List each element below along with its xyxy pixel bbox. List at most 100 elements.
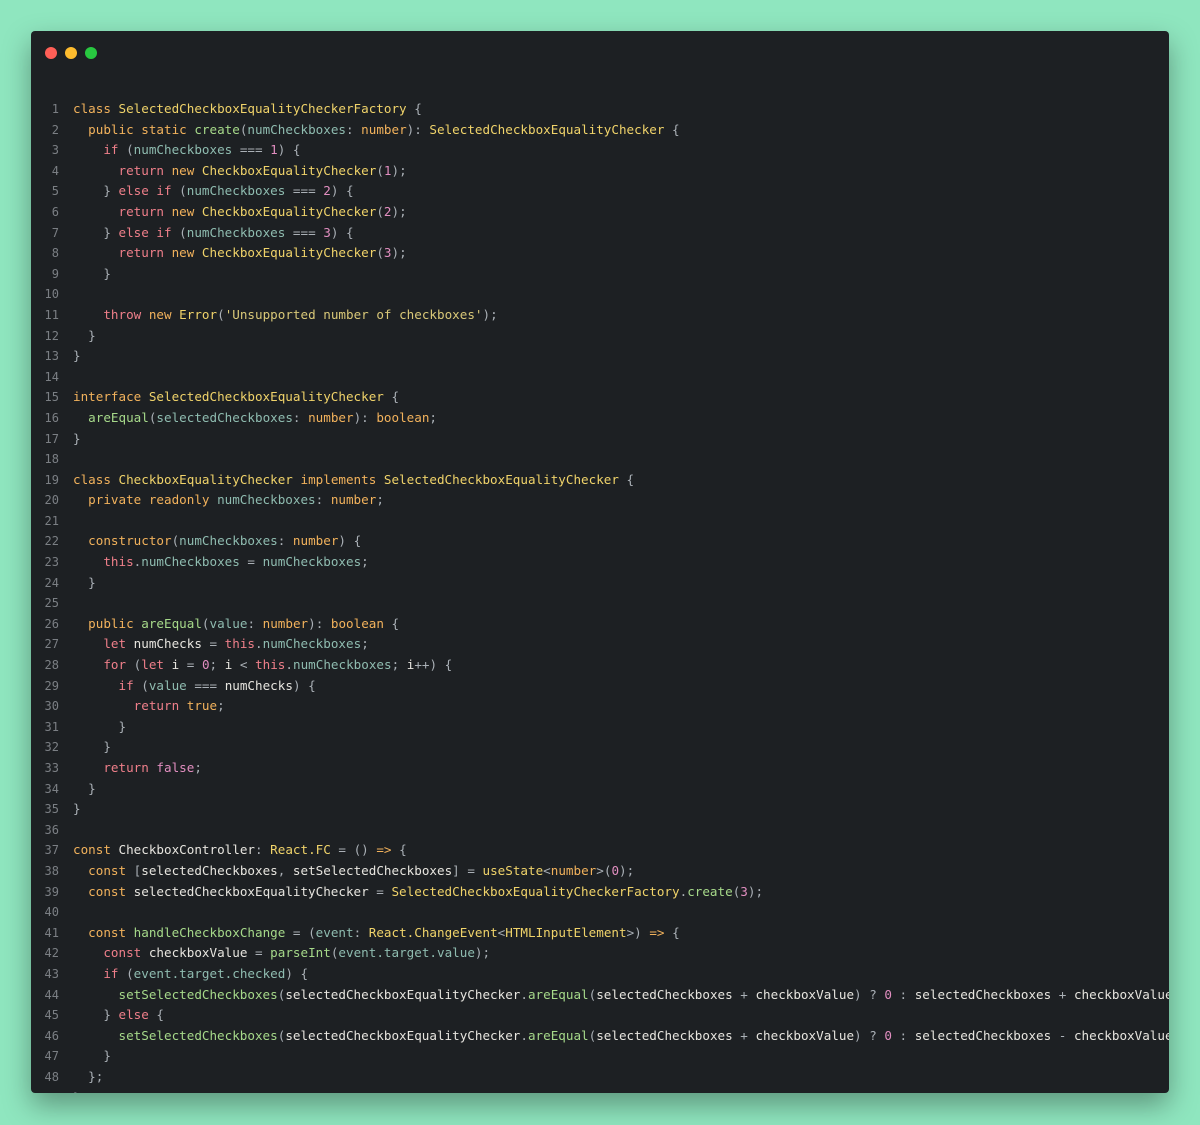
code-token: CheckboxEqualityChecker <box>201 245 377 261</box>
line-number: 40 <box>44 905 59 920</box>
code-editor: 1 class SelectedCheckboxEqualityCheckerFa… <box>31 99 1169 1093</box>
code-token: private readonly <box>73 492 218 508</box>
line-number: 1 <box>51 102 59 116</box>
code-token: return <box>73 760 157 775</box>
code-line: 47 } <box>31 1046 1169 1067</box>
code-line: 16 areEqual(selectedCheckboxes: number):… <box>31 408 1169 429</box>
code-line-content: return new CheckboxEqualityChecker(2); <box>73 202 406 223</box>
code-token: ( <box>126 965 134 981</box>
code-token: } <box>73 348 81 364</box>
code-token: event <box>315 924 354 940</box>
code-token: 2 <box>323 183 331 199</box>
line-number: 11 <box>44 307 59 322</box>
code-token: for <box>73 657 134 673</box>
code-line-content: if (numCheckboxes === 1) { <box>73 140 300 161</box>
code-line: 5 } else if (numCheckboxes === 2) { <box>31 181 1169 202</box>
code-token: ] = <box>452 862 483 878</box>
code-line-content: } <box>73 326 96 347</box>
line-number: 13 <box>44 349 59 364</box>
code-token: === <box>285 224 324 240</box>
code-token: } <box>73 780 96 796</box>
code-token: 0 <box>611 862 620 878</box>
code-line-content: throw new Error('Unsupported number of c… <box>73 305 498 326</box>
code-token: numCheckboxes <box>217 492 316 508</box>
code-token: selectedCheckboxes <box>141 862 278 878</box>
code-line: 44 setSelectedCheckboxes(selectedCheckbo… <box>31 985 1169 1006</box>
code-line-content: setSelectedCheckboxes(selectedCheckboxEq… <box>73 1026 1169 1047</box>
line-number: 7 <box>51 225 59 240</box>
code-token: new <box>171 162 202 178</box>
code-token: + <box>1051 986 1074 1002</box>
code-line-content: class SelectedCheckboxEqualityCheckerFac… <box>73 99 422 120</box>
code-token: } <box>73 1048 111 1064</box>
code-token: ( <box>126 142 134 158</box>
code-token: } <box>73 327 96 343</box>
line-number: 22 <box>44 534 59 549</box>
window-titlebar <box>31 31 1169 71</box>
code-token: checkboxValue <box>1073 1027 1169 1043</box>
line-number: 49 <box>31 1088 59 1094</box>
code-token: ) { <box>285 965 309 981</box>
code-token: numCheckboxes <box>186 183 286 199</box>
maximize-window-button[interactable] <box>85 47 97 59</box>
code-line-content: } else { <box>73 1005 164 1026</box>
line-number: 6 <box>51 204 59 219</box>
code-token: = <box>179 657 202 673</box>
code-token: { <box>618 471 635 487</box>
code-line: 43 if (event.target.checked) { <box>31 964 1169 985</box>
code-token: ( <box>179 224 187 240</box>
code-token: ) { <box>330 224 354 240</box>
code-token: . <box>520 986 528 1002</box>
code-token: ; <box>376 492 384 508</box>
code-line-content: } <box>73 346 81 367</box>
code-line-content: const CheckboxController: React.FC = () … <box>73 840 407 861</box>
code-token: } <box>73 430 81 446</box>
minimize-window-button[interactable] <box>65 47 77 59</box>
code-token: SelectedCheckboxEqualityChecker <box>429 121 665 137</box>
code-line: 26 public areEqual(value: number): boole… <box>31 614 1169 635</box>
code-token: else if <box>118 183 180 199</box>
code-token: selectedCheckboxes <box>156 409 293 425</box>
code-line: 39 const selectedCheckboxEqualityChecker… <box>31 882 1169 903</box>
line-number: 32 <box>44 740 59 755</box>
line-number: 36 <box>44 822 59 837</box>
code-token: false <box>156 760 195 775</box>
code-token: areEqual <box>527 1027 589 1043</box>
code-token: : <box>346 121 362 137</box>
code-line: 33 return false; <box>31 758 1169 779</box>
code-token: SelectedCheckboxEqualityChecker <box>383 471 619 487</box>
code-token: ): <box>353 409 377 425</box>
code-token: 3 <box>383 245 392 261</box>
line-number: 35 <box>44 802 59 817</box>
code-line-content: constructor(numCheckboxes: number) { <box>73 531 361 552</box>
line-number: 23 <box>44 555 59 570</box>
code-token: ); <box>619 862 635 878</box>
code-token: public static <box>73 121 195 137</box>
close-window-button[interactable] <box>45 47 57 59</box>
code-line-content: } else if (numCheckboxes === 3) { <box>73 223 354 244</box>
line-number: 19 <box>44 472 59 487</box>
code-token: 0 <box>884 1027 892 1043</box>
code-token: checkboxValue <box>1073 986 1169 1002</box>
code-token: checkboxValue <box>148 945 248 961</box>
code-line: 10 <box>31 284 1169 305</box>
code-token: } <box>73 224 119 240</box>
code-token: numCheckboxes <box>179 533 278 549</box>
code-token: } <box>73 801 81 817</box>
code-line-content: if (event.target.checked) { <box>73 964 308 985</box>
code-line: 34 } <box>31 779 1169 800</box>
code-token: numCheckboxes <box>133 142 233 158</box>
line-number: 9 <box>51 266 59 281</box>
code-token: if <box>73 142 127 158</box>
line-number: 10 <box>44 287 59 302</box>
code-token: ) ? <box>854 1027 885 1043</box>
code-line: 31 } <box>31 717 1169 738</box>
code-line: 7 } else if (numCheckboxes === 3) { <box>31 223 1169 244</box>
code-token: ); <box>482 306 498 322</box>
code-token: handleCheckboxChange <box>133 924 286 940</box>
code-token: 3 <box>323 224 331 240</box>
code-token: numChecks <box>133 636 202 652</box>
code-token: HTMLInputElement <box>505 924 627 940</box>
line-number: 38 <box>44 863 59 878</box>
code-token: boolean <box>330 615 384 631</box>
